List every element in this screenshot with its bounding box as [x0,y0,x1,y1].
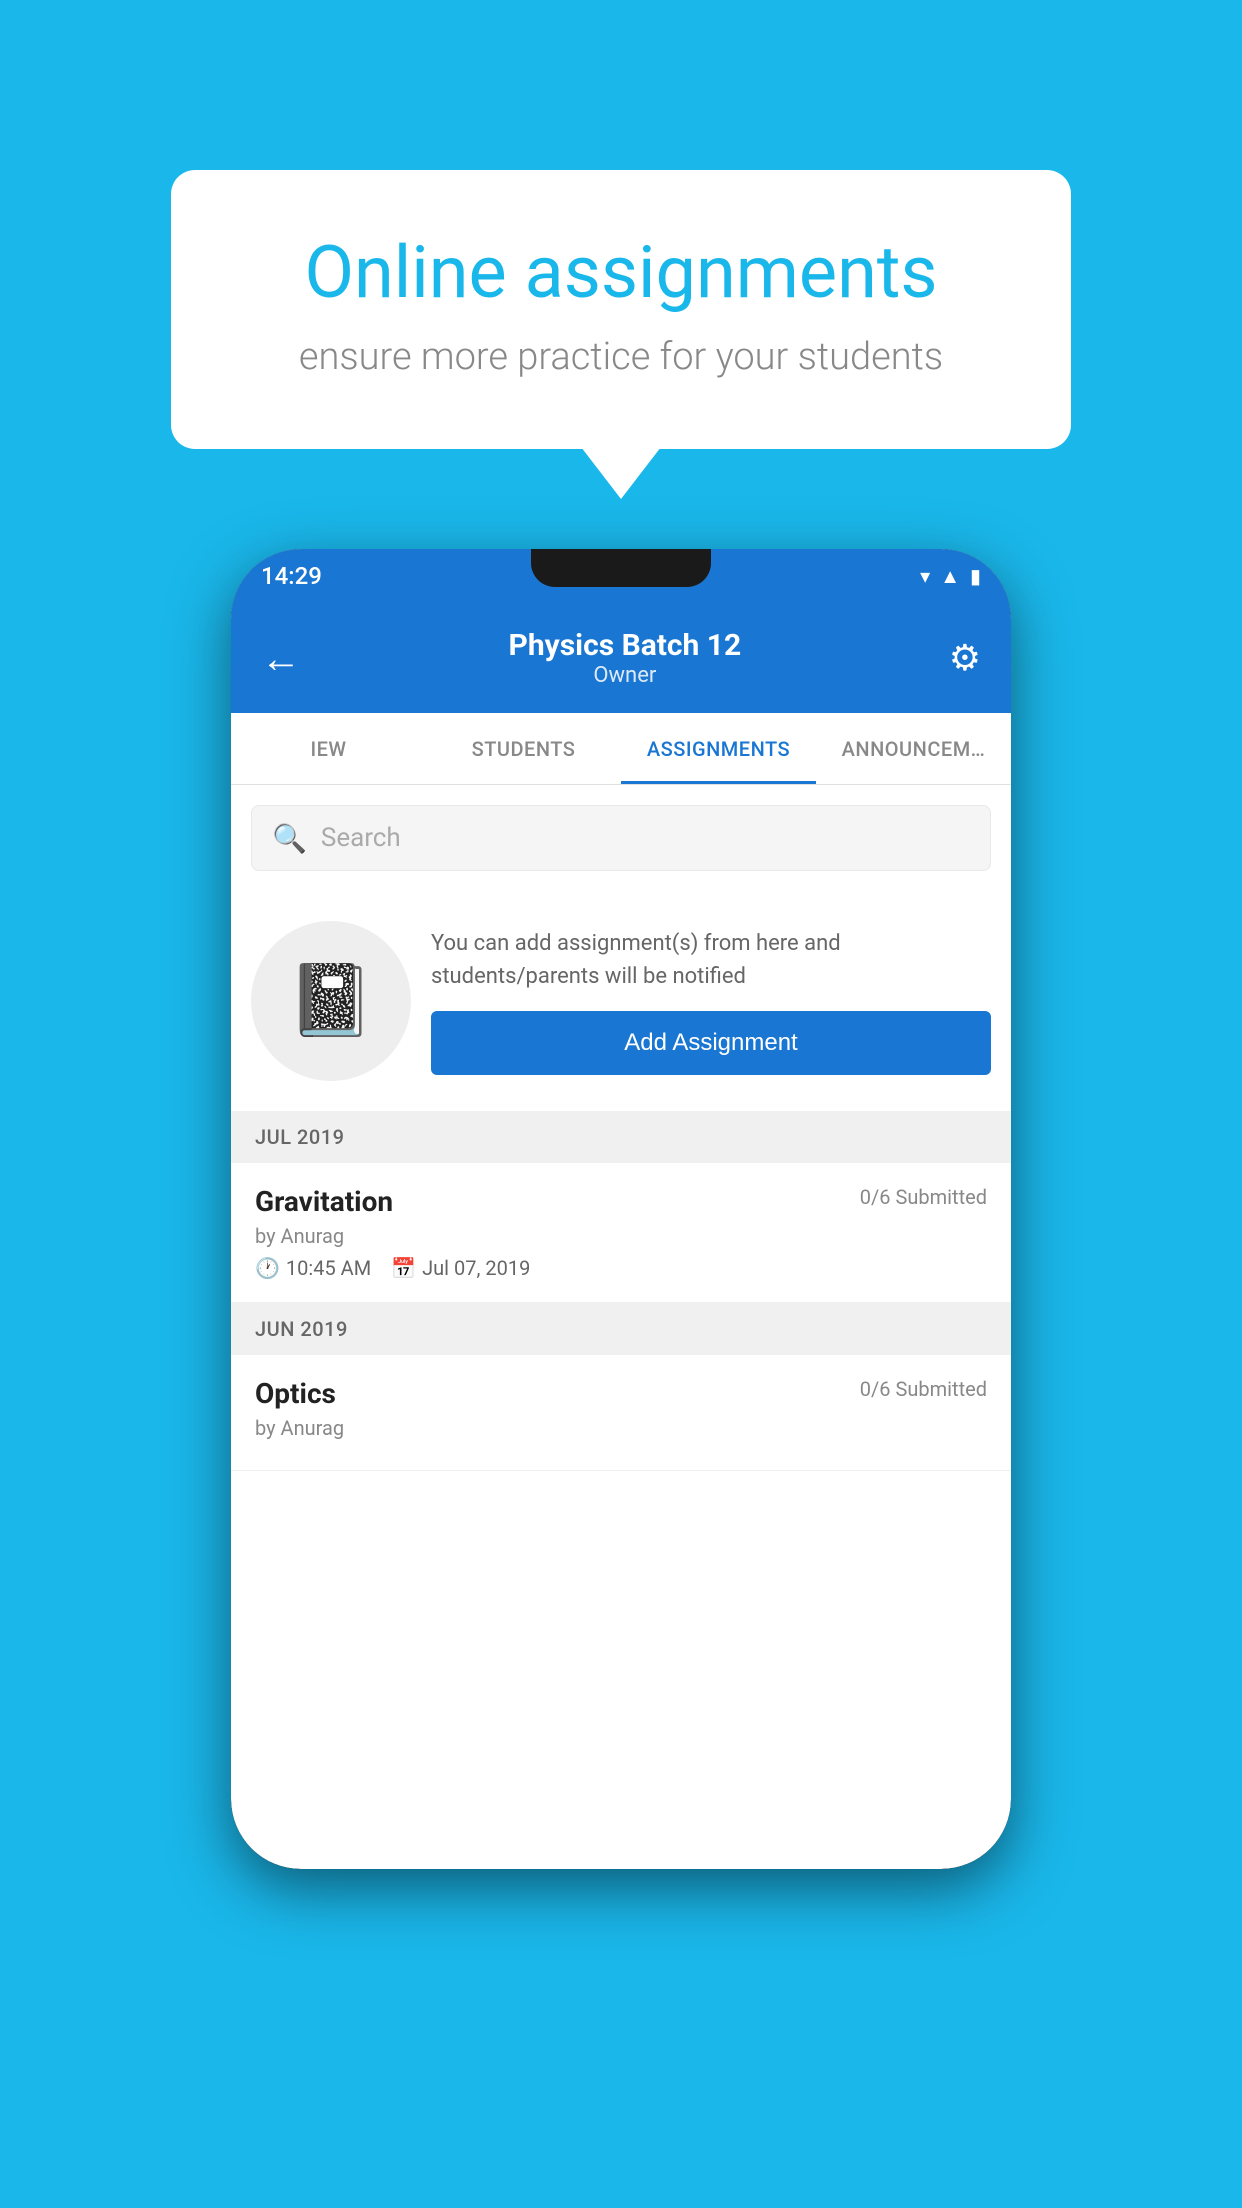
tabs-bar: IEW STUDENTS ASSIGNMENTS ANNOUNCEM… [231,713,1011,785]
assignment-top-row: Gravitation 0/6 Submitted [255,1185,987,1218]
header-title-area: Physics Batch 12 Owner [301,628,949,688]
tab-assignments[interactable]: ASSIGNMENTS [621,713,816,784]
assignment-item-optics[interactable]: Optics 0/6 Submitted by Anurag [231,1355,1011,1471]
calendar-icon-gravitation: 📅 [391,1256,416,1280]
phone-frame: 14:29 ▾ ▲ ▮ ← Physics Batch 12 Owner ⚙ [231,549,1011,1869]
speech-bubble-title: Online assignments [241,230,1001,315]
assignment-name-gravitation: Gravitation [255,1185,393,1218]
tab-students[interactable]: STUDENTS [426,713,621,784]
signal-icon: ▲ [940,564,960,589]
section-header-jul-label: JUL 2019 [255,1125,344,1149]
search-icon: 🔍 [272,822,307,855]
clock-icon-gravitation: 🕐 [255,1256,280,1280]
tab-assignments-label: ASSIGNMENTS [647,737,790,761]
phone-wrapper: 14:29 ▾ ▲ ▮ ← Physics Batch 12 Owner ⚙ [231,549,1011,1869]
tab-students-label: STUDENTS [472,737,576,761]
back-button[interactable]: ← [261,635,301,682]
meta-date-gravitation: 📅 Jul 07, 2019 [391,1256,530,1280]
status-icons: ▾ ▲ ▮ [920,564,981,589]
assignment-name-optics: Optics [255,1377,336,1410]
tab-announcements[interactable]: ANNOUNCEM… [816,713,1011,784]
search-bar[interactable]: 🔍 Search [251,805,991,871]
header-title: Physics Batch 12 [301,628,949,663]
header-subtitle: Owner [301,663,949,688]
assignment-by-gravitation: by Anurag [255,1224,987,1248]
notebook-icon: 📓 [287,960,374,1042]
meta-time-gravitation: 🕐 10:45 AM [255,1256,371,1280]
empty-description: You can add assignment(s) from here and … [431,927,991,993]
assignment-by-optics: by Anurag [255,1416,987,1440]
wifi-icon: ▾ [920,564,930,588]
speech-bubble: Online assignments ensure more practice … [171,170,1071,449]
empty-state: 📓 You can add assignment(s) from here an… [231,891,1011,1111]
speech-bubble-container: Online assignments ensure more practice … [171,170,1071,449]
assignment-submitted-gravitation: 0/6 Submitted [860,1185,987,1209]
tab-overview[interactable]: IEW [231,713,426,784]
assignment-item-gravitation[interactable]: Gravitation 0/6 Submitted by Anurag 🕐 10… [231,1163,1011,1303]
section-header-jul: JUL 2019 [231,1111,1011,1163]
section-header-jun: JUN 2019 [231,1303,1011,1355]
assignment-date-gravitation: Jul 07, 2019 [422,1256,530,1280]
battery-icon: ▮ [970,564,981,588]
assignment-meta-gravitation: 🕐 10:45 AM 📅 Jul 07, 2019 [255,1256,987,1280]
tab-overview-label: IEW [310,737,346,761]
assignment-top-row-optics: Optics 0/6 Submitted [255,1377,987,1410]
section-header-jun-label: JUN 2019 [255,1317,348,1341]
empty-icon-circle: 📓 [251,921,411,1081]
status-time: 14:29 [261,562,322,590]
phone-notch [531,549,711,587]
app-header: ← Physics Batch 12 Owner ⚙ [231,603,1011,713]
settings-button[interactable]: ⚙ [949,637,981,679]
main-content: 🔍 Search 📓 You can add assignment(s) fro… [231,785,1011,1471]
empty-text-area: You can add assignment(s) from here and … [431,927,991,1075]
phone-screen: 14:29 ▾ ▲ ▮ ← Physics Batch 12 Owner ⚙ [231,549,1011,1869]
assignment-time-gravitation: 10:45 AM [286,1256,371,1280]
assignment-submitted-optics: 0/6 Submitted [860,1377,987,1401]
add-assignment-button[interactable]: Add Assignment [431,1011,991,1075]
tab-announcements-label: ANNOUNCEM… [842,737,986,761]
search-placeholder-text: Search [321,823,401,853]
speech-bubble-subtitle: ensure more practice for your students [241,335,1001,379]
